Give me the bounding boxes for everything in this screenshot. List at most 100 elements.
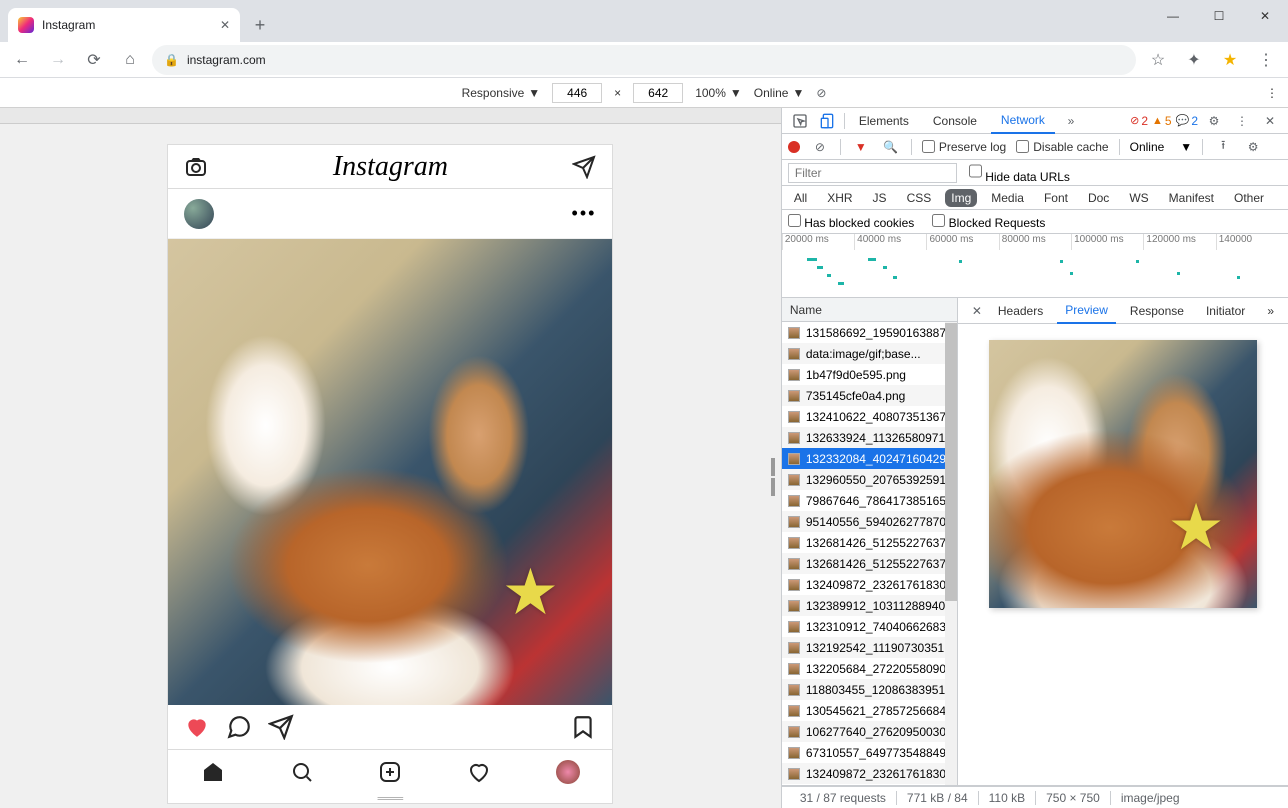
browser-tab[interactable]: Instagram ✕ xyxy=(8,8,240,42)
send-icon[interactable] xyxy=(572,155,596,179)
type-filter-doc[interactable]: Doc xyxy=(1082,189,1115,207)
record-button[interactable] xyxy=(788,141,800,153)
request-row[interactable]: 132310912_74040662683 xyxy=(782,616,945,637)
blocked-cookies-checkbox[interactable]: Has blocked cookies xyxy=(788,214,914,230)
dtab-headers[interactable]: Headers xyxy=(990,298,1051,324)
close-tab-icon[interactable]: ✕ xyxy=(220,18,230,32)
new-tab-button[interactable]: + xyxy=(246,11,274,39)
tab-elements[interactable]: Elements xyxy=(849,108,919,134)
share-icon[interactable] xyxy=(268,714,294,740)
filter-input[interactable] xyxy=(788,163,957,183)
bookmark-icon[interactable] xyxy=(570,714,596,740)
address-bar[interactable]: 🔒 instagram.com xyxy=(152,45,1136,75)
request-row[interactable]: 132409872_23261761830 xyxy=(782,574,945,595)
preserve-log-checkbox[interactable]: Preserve log xyxy=(922,140,1006,154)
hide-data-urls-checkbox[interactable]: Hide data URLs xyxy=(969,161,1070,184)
close-window-button[interactable]: ✕ xyxy=(1242,0,1288,32)
throttle-select[interactable]: Online ▼ xyxy=(1130,140,1193,154)
request-row[interactable]: 95140556_594026277870 xyxy=(782,511,945,532)
request-row[interactable]: 132389912_10311288940 xyxy=(782,595,945,616)
request-row[interactable]: 132681426_51255227637 xyxy=(782,532,945,553)
search-icon[interactable]: 🔍 xyxy=(881,137,901,157)
device-zoom-select[interactable]: 100% ▼ xyxy=(695,86,742,100)
camera-icon[interactable] xyxy=(184,155,208,179)
device-menu-icon[interactable]: ⋮ xyxy=(1266,86,1278,100)
request-row[interactable]: 67310557_649773548849 xyxy=(782,742,945,763)
request-row[interactable]: 1b47f9d0e595.png xyxy=(782,364,945,385)
nav-search-icon[interactable] xyxy=(290,760,314,784)
warning-badge[interactable]: ▲ 5 xyxy=(1152,114,1172,128)
inspect-icon[interactable] xyxy=(788,109,812,133)
type-filter-ws[interactable]: WS xyxy=(1123,189,1154,207)
maximize-button[interactable]: ☐ xyxy=(1196,0,1242,32)
extensions-icon[interactable]: ✦ xyxy=(1180,46,1208,74)
request-row[interactable]: 132681426_51255227637 xyxy=(782,553,945,574)
dtab-response[interactable]: Response xyxy=(1122,298,1192,324)
dtab-more-icon[interactable]: » xyxy=(1259,298,1282,324)
extension-badge-icon[interactable]: ★ xyxy=(1216,46,1244,74)
devtools-menu-icon[interactable]: ⋮ xyxy=(1230,109,1254,133)
devtools-close-icon[interactable]: ✕ xyxy=(1258,109,1282,133)
network-settings-icon[interactable]: ⚙ xyxy=(1243,137,1263,157)
nav-profile-avatar[interactable] xyxy=(556,760,580,784)
resize-handle[interactable] xyxy=(771,458,781,498)
device-width-input[interactable] xyxy=(552,83,602,103)
request-row[interactable]: 132633924_11326580971 xyxy=(782,427,945,448)
list-scrollbar[interactable] xyxy=(945,322,957,785)
back-button[interactable]: ← xyxy=(8,46,36,74)
error-badge[interactable]: ⊘ 2 xyxy=(1130,114,1148,128)
request-row[interactable]: 132960550_20765392591 xyxy=(782,469,945,490)
network-timeline[interactable]: 20000 ms40000 ms60000 ms80000 ms100000 m… xyxy=(782,234,1288,298)
type-filter-all[interactable]: All xyxy=(788,189,813,207)
dtab-initiator[interactable]: Initiator xyxy=(1198,298,1253,324)
request-row[interactable]: data:image/gif;base... xyxy=(782,343,945,364)
device-throttle-select[interactable]: Online ▼ xyxy=(754,86,805,100)
device-mode-select[interactable]: Responsive ▼ xyxy=(462,86,541,100)
disable-cache-checkbox[interactable]: Disable cache xyxy=(1016,140,1108,154)
type-filter-img[interactable]: Img xyxy=(945,189,977,207)
filter-icon[interactable]: ▼ xyxy=(851,137,871,157)
browser-menu-icon[interactable]: ⋮ xyxy=(1252,46,1280,74)
nav-add-icon[interactable] xyxy=(378,760,402,784)
request-row[interactable]: 130545621_27857256684 xyxy=(782,700,945,721)
request-row[interactable]: 118803455_12086383951 xyxy=(782,679,945,700)
reload-button[interactable]: ⟳ xyxy=(80,46,108,74)
forward-button[interactable]: → xyxy=(44,46,72,74)
request-row[interactable]: 132205684_27220558090 xyxy=(782,658,945,679)
drag-handle[interactable]: ═══ xyxy=(168,793,612,803)
more-tabs-icon[interactable]: » xyxy=(1059,109,1083,133)
request-row[interactable]: 132410622_40807351367 xyxy=(782,406,945,427)
request-row[interactable]: 132332084_40247160429 xyxy=(782,448,945,469)
request-row[interactable]: 131586692_19590163887 xyxy=(782,322,945,343)
minimize-button[interactable]: — xyxy=(1150,0,1196,32)
post-image[interactable] xyxy=(168,239,612,705)
like-icon[interactable] xyxy=(184,714,210,740)
post-avatar[interactable] xyxy=(184,199,214,229)
star-icon[interactable]: ☆ xyxy=(1144,46,1172,74)
settings-icon[interactable]: ⚙ xyxy=(1202,109,1226,133)
nav-home-icon[interactable] xyxy=(201,760,225,784)
type-filter-media[interactable]: Media xyxy=(985,189,1030,207)
info-badge[interactable]: 💬 2 xyxy=(1176,114,1198,128)
post-more-icon[interactable]: ••• xyxy=(572,203,597,224)
nav-activity-icon[interactable] xyxy=(467,760,491,784)
dtab-preview[interactable]: Preview xyxy=(1057,298,1116,324)
device-toggle-icon[interactable] xyxy=(816,109,840,133)
request-row[interactable]: 79867646_786417385165 xyxy=(782,490,945,511)
tab-console[interactable]: Console xyxy=(923,108,987,134)
type-filter-manifest[interactable]: Manifest xyxy=(1163,189,1220,207)
blocked-requests-checkbox[interactable]: Blocked Requests xyxy=(932,214,1045,230)
type-filter-other[interactable]: Other xyxy=(1228,189,1270,207)
request-row[interactable]: 735145cfe0a4.png xyxy=(782,385,945,406)
type-filter-js[interactable]: JS xyxy=(867,189,893,207)
import-har-icon[interactable]: ⭱ xyxy=(1213,137,1233,157)
type-filter-xhr[interactable]: XHR xyxy=(821,189,858,207)
home-button[interactable]: ⌂ xyxy=(116,46,144,74)
comment-icon[interactable] xyxy=(226,714,252,740)
clear-button[interactable]: ⊘ xyxy=(810,137,830,157)
request-row[interactable]: 132192542_11190730351 xyxy=(782,637,945,658)
type-filter-css[interactable]: CSS xyxy=(901,189,938,207)
rotate-icon[interactable]: ⊘ xyxy=(816,86,826,100)
type-filter-font[interactable]: Font xyxy=(1038,189,1074,207)
close-detail-icon[interactable]: ✕ xyxy=(964,298,984,324)
